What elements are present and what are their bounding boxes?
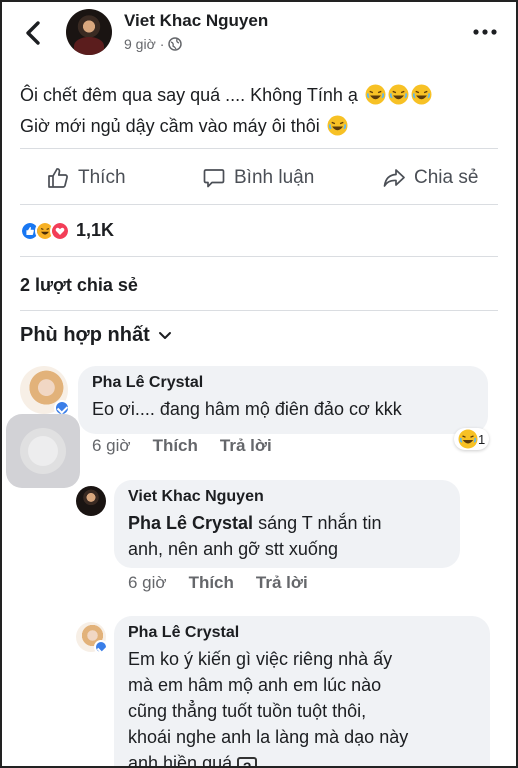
reply-line: mà em hâm mộ anh em lúc nào bbox=[128, 675, 382, 695]
comment-reaction-badge[interactable]: 1 bbox=[454, 428, 490, 450]
comment-bubble: Pha Lê Crystal Eo ơi.... đang hâm mộ điê… bbox=[78, 366, 488, 434]
reaction-count: 1,1K bbox=[76, 220, 115, 240]
share-label: Chia sẻ bbox=[414, 167, 479, 188]
author-name[interactable]: Viet Khac Nguyen bbox=[124, 11, 268, 31]
meta-dot: · bbox=[159, 36, 165, 52]
tagged-user[interactable]: Pha Lê Crystal bbox=[128, 513, 253, 533]
like-icon bbox=[48, 168, 68, 188]
post-line-2: Giờ mới ngủ dậy cầm vào máy ôi thôi bbox=[20, 111, 500, 142]
reaction-summary[interactable]: 1,1K bbox=[20, 220, 114, 241]
laughing-emoji-icon bbox=[388, 84, 409, 105]
reply-text: Pha Lê Crystal sáng T nhắn tin anh, nên a… bbox=[128, 510, 446, 562]
back-arrow-icon[interactable] bbox=[20, 18, 46, 48]
reply-text-part-2: anh, nên anh gỡ stt xuống bbox=[128, 539, 338, 559]
comment-meta: 6 giờ Thích Trả lời bbox=[92, 436, 272, 456]
divider bbox=[20, 204, 498, 205]
post-header: Viet Khac Nguyen 9 giờ · bbox=[2, 2, 516, 64]
globe-icon bbox=[168, 37, 183, 51]
laughing-emoji-icon bbox=[365, 84, 386, 105]
share-button[interactable]: Chia sẻ bbox=[382, 166, 478, 190]
love-icon bbox=[50, 220, 70, 241]
post-line-2-text: Giờ mới ngủ dậy cầm vào máy ôi thôi bbox=[20, 116, 320, 136]
question-box-icon: ? bbox=[237, 757, 258, 766]
chevron-down-icon bbox=[158, 331, 171, 339]
replier-name[interactable]: Pha Lê Crystal bbox=[128, 624, 476, 642]
reply-reply-button[interactable]: Trả lời bbox=[256, 573, 308, 593]
like-button[interactable]: Thích bbox=[46, 166, 126, 190]
post-time[interactable]: 9 giờ bbox=[124, 36, 156, 52]
like-label: Thích bbox=[78, 167, 126, 188]
comment-label: Bình luận bbox=[234, 167, 315, 188]
action-bar: Thích Bình luận Chia sẻ bbox=[2, 158, 516, 202]
replier-avatar[interactable] bbox=[76, 486, 106, 516]
divider bbox=[20, 148, 498, 149]
reply-text: Em ko ý kiến gì việc riêng nhà ấy mà em … bbox=[128, 646, 476, 768]
post-frame: Viet Khac Nguyen 9 giờ · Ôi chết đêm qua… bbox=[0, 0, 518, 768]
post-body: Ôi chết đêm qua say quá .... Không Tính … bbox=[20, 80, 500, 142]
reply-line: Em ko ý kiến gì việc riêng nhà ấy bbox=[128, 649, 393, 669]
divider bbox=[20, 256, 498, 257]
haha-icon bbox=[458, 429, 478, 449]
comment-reply-button[interactable]: Trả lời bbox=[220, 436, 272, 456]
post-line-1: Ôi chết đêm qua say quá .... Không Tính … bbox=[20, 80, 500, 111]
reply-text-part-1: sáng T nhắn tin bbox=[253, 513, 382, 533]
reply-bubble: Pha Lê Crystal Em ko ý kiến gì việc riên… bbox=[114, 616, 490, 768]
divider bbox=[20, 310, 498, 311]
comment-reaction-count: 1 bbox=[478, 431, 486, 447]
reply-meta: 6 giờ Thích Trả lời bbox=[128, 573, 308, 593]
more-icon[interactable] bbox=[472, 22, 498, 42]
reply-line: cũng thẳng tuốt tuồn tuột thôi, bbox=[128, 701, 367, 721]
reply-time[interactable]: 6 giờ bbox=[128, 573, 167, 593]
verified-icon bbox=[94, 640, 108, 654]
comment-sort-dropdown[interactable]: Phù hợp nhất bbox=[20, 324, 172, 347]
post-meta: 9 giờ · bbox=[124, 36, 183, 52]
laughing-emoji-icon bbox=[327, 115, 348, 136]
share-count[interactable]: 2 lượt chia sẻ bbox=[20, 275, 138, 296]
reply-line: anh hiền quá ? bbox=[128, 750, 476, 768]
assistive-touch-button[interactable] bbox=[6, 414, 80, 488]
comment-time[interactable]: 6 giờ bbox=[92, 436, 131, 456]
comment-icon bbox=[203, 169, 225, 188]
commenter-name[interactable]: Pha Lê Crystal bbox=[92, 374, 474, 392]
laughing-emoji-icon bbox=[411, 84, 432, 105]
sort-label: Phù hợp nhất bbox=[20, 324, 150, 346]
reply-like-button[interactable]: Thích bbox=[189, 573, 234, 593]
comment-like-button[interactable]: Thích bbox=[153, 436, 198, 456]
comment-text: Eo ơi.... đang hâm mộ điên đảo cơ kkk bbox=[92, 399, 402, 419]
reply-bubble: Viet Khac Nguyen Pha Lê Crystal sáng T n… bbox=[114, 480, 460, 568]
share-icon bbox=[383, 169, 405, 187]
comment-button[interactable]: Bình luận bbox=[202, 166, 314, 190]
replier-name[interactable]: Viet Khac Nguyen bbox=[128, 488, 446, 506]
reply-line-text: anh hiền quá bbox=[128, 753, 233, 768]
reply-line: khoái nghe anh la làng mà dạo này bbox=[128, 727, 409, 747]
author-avatar[interactable] bbox=[66, 9, 112, 55]
post-line-1-text: Ôi chết đêm qua say quá .... Không Tính … bbox=[20, 85, 358, 105]
